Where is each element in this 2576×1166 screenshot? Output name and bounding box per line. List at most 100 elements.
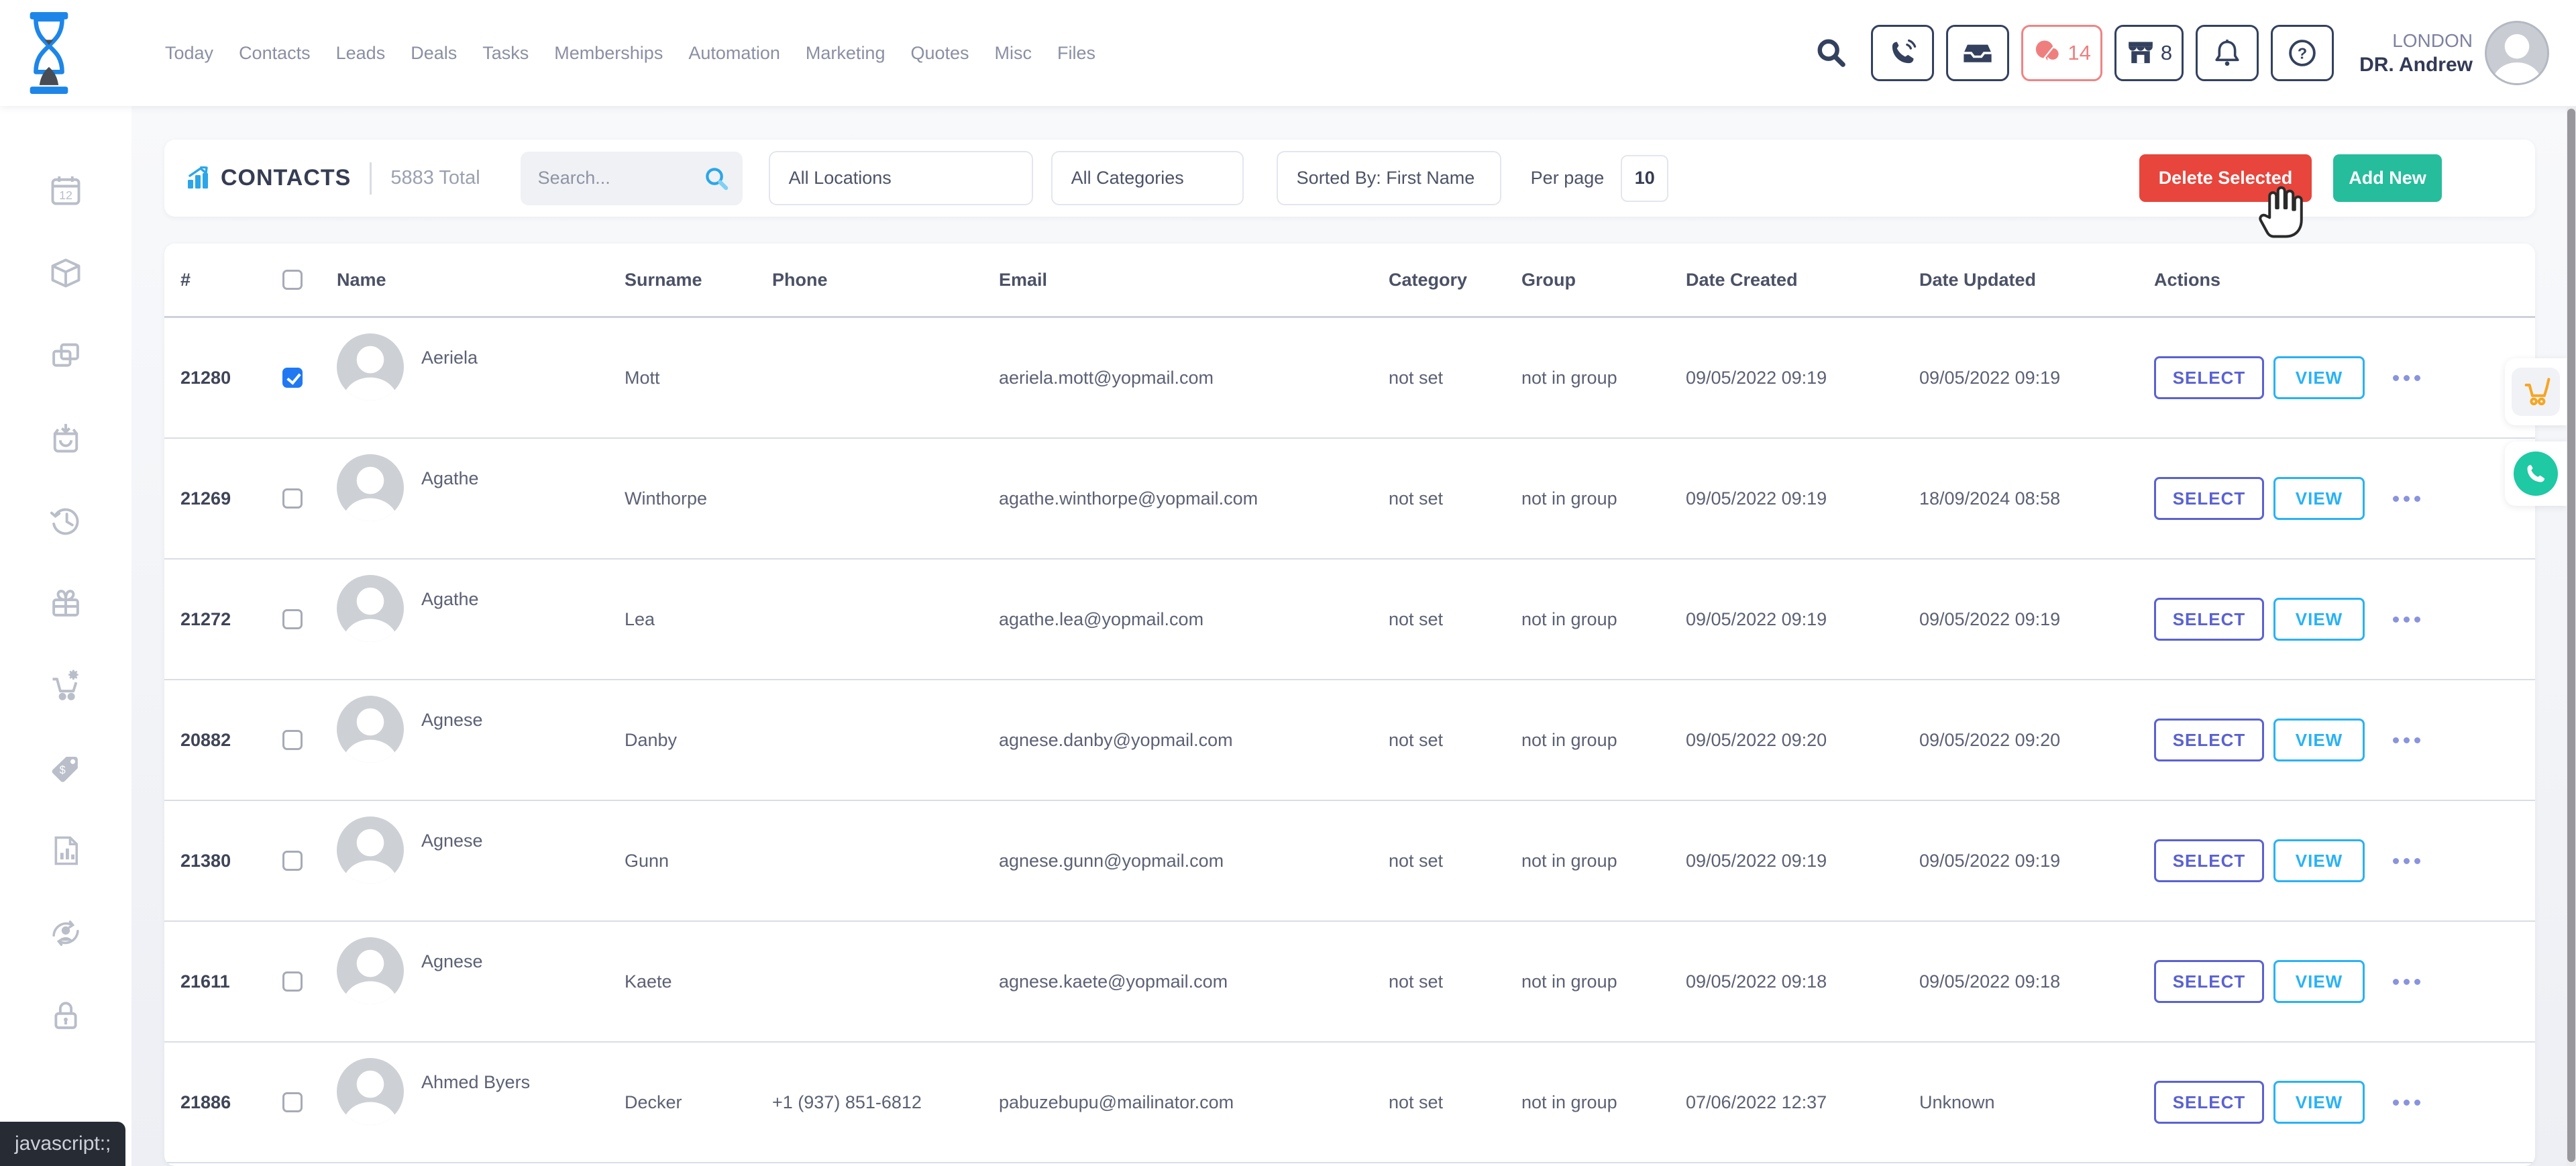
help-button[interactable]: ? bbox=[2271, 25, 2334, 81]
row-checkbox[interactable] bbox=[282, 971, 303, 992]
contact-category: not set bbox=[1389, 1092, 1521, 1113]
select-button[interactable]: SELECT bbox=[2154, 1081, 2264, 1124]
cart-button[interactable] bbox=[2512, 368, 2560, 416]
contact-name: Agathe bbox=[421, 589, 479, 610]
more-actions-button[interactable] bbox=[2393, 375, 2420, 381]
contact-id: 21269 bbox=[180, 488, 282, 509]
contact-name: Aeriela bbox=[421, 348, 478, 368]
contact-phone: +1 (937) 851-6812 bbox=[772, 1092, 999, 1113]
more-actions-button[interactable] bbox=[2393, 496, 2420, 502]
nav-memberships[interactable]: Memberships bbox=[554, 43, 663, 64]
phone-icon bbox=[1888, 38, 1917, 68]
select-button[interactable]: SELECT bbox=[2154, 477, 2264, 520]
view-button[interactable]: VIEW bbox=[2273, 356, 2365, 399]
table-row: 21611 Agnese Kaete agnese.kaete@yopmail.… bbox=[164, 922, 2535, 1043]
contact-category: not set bbox=[1389, 730, 1521, 751]
avatar-person-icon bbox=[337, 816, 404, 884]
call-button[interactable] bbox=[2514, 452, 2558, 496]
contact-surname: Gunn bbox=[625, 851, 772, 871]
store-badge: 8 bbox=[2161, 41, 2172, 65]
cart-gear-icon[interactable] bbox=[48, 668, 83, 703]
filter-sort[interactable]: Sorted By: First Name bbox=[1277, 151, 1501, 205]
notifications-button[interactable] bbox=[2196, 25, 2259, 81]
row-checkbox[interactable] bbox=[282, 488, 303, 509]
more-actions-button[interactable] bbox=[2393, 617, 2420, 623]
copy-icon[interactable] bbox=[48, 338, 83, 373]
search-input[interactable] bbox=[538, 168, 692, 189]
more-actions-button[interactable] bbox=[2393, 1100, 2420, 1106]
col-date-created: Date Created bbox=[1686, 270, 1919, 290]
nav-misc[interactable]: Misc bbox=[995, 43, 1032, 64]
col-id: # bbox=[180, 270, 282, 290]
user-block[interactable]: LONDON DR. Andrew bbox=[2359, 29, 2473, 78]
view-button[interactable]: VIEW bbox=[2273, 477, 2365, 520]
chat-button[interactable]: 14 bbox=[2021, 25, 2102, 81]
nav-contacts[interactable]: Contacts bbox=[239, 43, 311, 64]
select-all-checkbox[interactable] bbox=[282, 270, 303, 290]
per-page-select[interactable]: 10 bbox=[1621, 155, 1668, 202]
history-icon[interactable] bbox=[48, 503, 83, 538]
select-button[interactable]: SELECT bbox=[2154, 839, 2264, 882]
table-header-row: # Name Surname Phone Email Category Grou… bbox=[164, 244, 2535, 318]
user-sync-icon[interactable] bbox=[48, 916, 83, 951]
nav-today[interactable]: Today bbox=[165, 43, 213, 64]
gift-icon[interactable] bbox=[48, 586, 83, 621]
contact-avatar bbox=[337, 454, 404, 521]
view-button[interactable]: VIEW bbox=[2273, 1081, 2365, 1124]
select-button[interactable]: SELECT bbox=[2154, 356, 2264, 399]
store-button[interactable]: 8 bbox=[2114, 25, 2184, 81]
contact-id: 21611 bbox=[180, 971, 282, 992]
nav-quotes[interactable]: Quotes bbox=[910, 43, 969, 64]
row-actions: SELECT VIEW bbox=[2154, 719, 2519, 761]
contact-category: not set bbox=[1389, 609, 1521, 630]
scrollbar-track[interactable] bbox=[2567, 106, 2576, 1166]
row-checkbox[interactable] bbox=[282, 368, 303, 388]
contact-id: 21280 bbox=[180, 368, 282, 388]
nav-marketing[interactable]: Marketing bbox=[806, 43, 885, 64]
table-body: 21280 Aeriela Mott aeriela.mott@yopmail.… bbox=[164, 318, 2535, 1163]
select-button[interactable]: SELECT bbox=[2154, 960, 2264, 1003]
search-submit-icon[interactable] bbox=[704, 166, 729, 191]
contact-name: Ahmed Byers bbox=[421, 1072, 530, 1093]
contact-updated: 09/05/2022 09:19 bbox=[1919, 368, 2154, 388]
filter-locations[interactable]: All Locations bbox=[769, 151, 1033, 205]
nav-deals[interactable]: Deals bbox=[411, 43, 457, 64]
row-checkbox[interactable] bbox=[282, 730, 303, 750]
view-button[interactable]: VIEW bbox=[2273, 598, 2365, 641]
filter-categories[interactable]: All Categories bbox=[1051, 151, 1244, 205]
scrollbar-thumb[interactable] bbox=[2567, 109, 2575, 1162]
select-button[interactable]: SELECT bbox=[2154, 598, 2264, 641]
nav-files[interactable]: Files bbox=[1057, 43, 1095, 64]
search-icon[interactable] bbox=[1816, 38, 1847, 68]
contact-group: not in group bbox=[1521, 730, 1686, 751]
more-actions-button[interactable] bbox=[2393, 737, 2420, 743]
inbox-button[interactable] bbox=[1946, 25, 2009, 81]
nav-tasks[interactable]: Tasks bbox=[482, 43, 529, 64]
app-logo-hourglass-icon[interactable] bbox=[27, 12, 71, 94]
report-icon[interactable] bbox=[48, 833, 83, 868]
row-checkbox[interactable] bbox=[282, 609, 303, 629]
lock-icon[interactable] bbox=[48, 998, 83, 1033]
view-button[interactable]: VIEW bbox=[2273, 719, 2365, 761]
add-new-button[interactable]: Add New bbox=[2333, 154, 2442, 202]
more-actions-button[interactable] bbox=[2393, 979, 2420, 985]
select-button[interactable]: SELECT bbox=[2154, 719, 2264, 761]
contact-email: agnese.danby@yopmail.com bbox=[999, 730, 1389, 751]
row-checkbox[interactable] bbox=[282, 1092, 303, 1112]
main-content: CONTACTS 5883 Total All Locations All Ca… bbox=[131, 106, 2576, 1166]
delete-selected-button[interactable]: Delete Selected bbox=[2139, 154, 2312, 202]
contact-email: agnese.gunn@yopmail.com bbox=[999, 851, 1389, 871]
view-button[interactable]: VIEW bbox=[2273, 839, 2365, 882]
calls-button[interactable] bbox=[1871, 25, 1934, 81]
more-actions-button[interactable] bbox=[2393, 858, 2420, 864]
nav-automation[interactable]: Automation bbox=[688, 43, 780, 64]
row-actions: SELECT VIEW bbox=[2154, 598, 2519, 641]
calendar-12-icon[interactable]: 12 bbox=[48, 173, 83, 208]
view-button[interactable]: VIEW bbox=[2273, 960, 2365, 1003]
price-tag-icon[interactable]: $ bbox=[48, 751, 83, 786]
package-icon[interactable] bbox=[48, 256, 83, 290]
row-checkbox[interactable] bbox=[282, 851, 303, 871]
bag-icon[interactable] bbox=[48, 421, 83, 456]
nav-leads[interactable]: Leads bbox=[336, 43, 386, 64]
avatar[interactable] bbox=[2485, 21, 2549, 85]
